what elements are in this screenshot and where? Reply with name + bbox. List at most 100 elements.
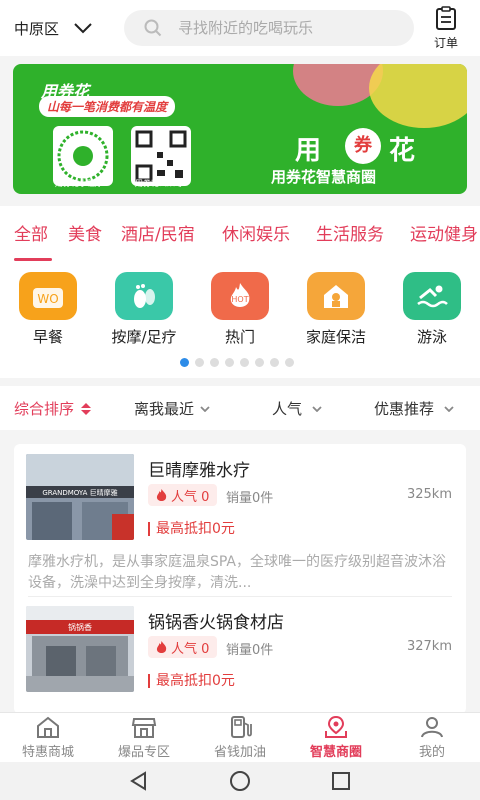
- thumb-sign: 锅锅香: [68, 622, 92, 632]
- sales-count: 销量0件: [226, 491, 274, 506]
- home-icon: [37, 716, 59, 738]
- sales-count: 销量0件: [226, 643, 274, 658]
- service-breakfast[interactable]: WO 早餐: [8, 272, 88, 347]
- qr-code-icon: [57, 130, 109, 182]
- qr2-caption: 用券花公众号: [135, 179, 183, 188]
- official-account-qr: [131, 126, 191, 186]
- service-grid: WO 早餐 按摩/足疗 HOT 热门 家庭保洁 游泳: [0, 266, 480, 378]
- max-deduction: 最高抵扣0元: [148, 674, 235, 688]
- sort-popularity-label: 人气: [272, 400, 303, 418]
- store-name: 锅锅香火锅食材店: [148, 613, 284, 633]
- sort-discount[interactable]: 优惠推荐: [374, 398, 454, 419]
- sort-updown-icon: [81, 402, 92, 415]
- thumb-sign: GRANDMOYA 巨晴摩雅: [42, 488, 117, 497]
- tab-life-service[interactable]: 生活服务: [316, 220, 384, 245]
- service-foot-massage[interactable]: 按摩/足疗: [104, 272, 184, 347]
- tab-label: 智慧商圈: [309, 745, 362, 760]
- home-circle-icon[interactable]: [229, 770, 251, 792]
- store-thumbnail: 锅锅香: [26, 606, 134, 692]
- banner-brand-sub: 用券花智慧商圈: [271, 168, 377, 186]
- bottom-tab-bar: 特惠商城 爆品专区 省钱加油 智慧商圈 我的: [0, 712, 480, 762]
- sort-nearest[interactable]: 离我最近: [134, 398, 210, 419]
- chevron-down-icon: [312, 405, 322, 412]
- service-label: 家庭保洁: [305, 328, 366, 346]
- service-label: 按摩/足疗: [111, 328, 177, 346]
- tab-leisure[interactable]: 休闲娱乐: [222, 220, 290, 245]
- store-thumbnail: GRANDMOYA 巨晴摩雅: [26, 454, 134, 540]
- app-page: 中原区 订单 用券花 山每一笔消费都有温度: [0, 0, 480, 800]
- tab-food[interactable]: 美食: [68, 220, 102, 245]
- service-house-cleaning[interactable]: 家庭保洁: [296, 272, 376, 347]
- tab-hot-deals[interactable]: 爆品专区: [96, 713, 192, 763]
- foot-massage-icon: [115, 272, 173, 320]
- category-tabs: 全部 美食 酒店/民宿 休闲娱乐 生活服务 运动健身: [0, 206, 480, 266]
- banner-decor-yellow: [369, 64, 467, 128]
- qr-code-icon: [135, 130, 187, 182]
- pager-dot: [270, 358, 279, 367]
- sort-popularity[interactable]: 人气: [272, 398, 322, 419]
- tab-label: 爆品专区: [117, 745, 170, 760]
- tab-hotel[interactable]: 酒店/民宿: [121, 220, 195, 245]
- tab-label: 我的: [418, 745, 445, 760]
- service-label: 早餐: [32, 328, 63, 346]
- top-header: 中原区 订单: [0, 0, 480, 56]
- user-icon: [421, 717, 443, 738]
- search-input[interactable]: [178, 19, 398, 37]
- chevron-down-icon: [74, 23, 92, 34]
- back-icon[interactable]: [129, 771, 149, 791]
- sort-nearest-label: 离我最近: [134, 400, 195, 418]
- sort-comprehensive[interactable]: 综合排序: [14, 398, 92, 419]
- tab-sports[interactable]: 运动健身: [410, 220, 478, 245]
- breakfast-icon: WO: [19, 272, 77, 320]
- tab-all[interactable]: 全部: [14, 220, 48, 245]
- swimming-icon: [403, 272, 461, 320]
- mini-program-qr: [53, 126, 113, 186]
- clipboard-icon: [436, 6, 456, 30]
- service-swimming[interactable]: 游泳: [392, 272, 472, 347]
- svg-text:HOT: HOT: [231, 295, 248, 304]
- store-name: 巨晴摩雅水疗: [148, 461, 250, 481]
- system-nav-bar: [0, 762, 480, 800]
- tab-label: 省钱加油: [213, 745, 266, 760]
- store-card[interactable]: GRANDMOYA 巨晴摩雅 巨晴摩雅水疗 人气 0 销量0件 325km 最高…: [14, 444, 466, 597]
- banner-brand-right: 花: [389, 136, 416, 166]
- tab-mine[interactable]: 我的: [384, 713, 480, 763]
- service-hot[interactable]: HOT 热门: [200, 272, 280, 347]
- chevron-down-icon: [200, 405, 210, 412]
- sort-comprehensive-label: 综合排序: [14, 400, 75, 418]
- popularity-badge: 人气 0: [148, 484, 218, 506]
- max-deduction: 最高抵扣0元: [148, 522, 235, 536]
- orders-button[interactable]: 订单: [426, 6, 466, 51]
- store-card[interactable]: 锅锅香 锅锅香火锅食材店 人气 0 销量0件 327km 最高抵扣0元: [14, 596, 466, 714]
- location-label: 中原区: [14, 19, 60, 38]
- sort-discount-label: 优惠推荐: [374, 400, 435, 418]
- recents-icon[interactable]: [331, 771, 351, 791]
- search-bar[interactable]: [124, 10, 414, 46]
- promo-banner[interactable]: 用券花 山每一笔消费都有温度 用券花小程序 用券花公众号 用 券 花 用券花智慧: [13, 64, 467, 194]
- svg-text:WO: WO: [37, 292, 58, 306]
- flame-icon: [156, 640, 167, 653]
- pager-dot: [225, 358, 234, 367]
- popularity-value: 人气 0: [171, 489, 210, 505]
- active-tab-underline: [14, 258, 52, 261]
- popularity-badge: 人气 0: [148, 636, 218, 658]
- service-label: 热门: [224, 328, 255, 346]
- search-icon: [144, 19, 162, 37]
- popularity-value: 人气 0: [171, 641, 210, 657]
- tab-save-fuel[interactable]: 省钱加油: [192, 713, 288, 763]
- orders-label: 订单: [433, 36, 458, 50]
- sort-bar: 综合排序 离我最近 人气 优惠推荐: [0, 386, 480, 430]
- distance: 325km: [406, 487, 452, 502]
- shop-icon: [131, 718, 157, 738]
- service-pager: [180, 358, 294, 367]
- flame-icon: [156, 488, 167, 501]
- tab-smart-district[interactable]: 智慧商圈: [288, 713, 384, 763]
- distance: 327km: [406, 639, 452, 654]
- map-pin-icon: [325, 715, 347, 738]
- chevron-down-icon: [444, 405, 454, 412]
- tab-special-mall[interactable]: 特惠商城: [0, 713, 96, 763]
- fuel-icon: [231, 716, 252, 738]
- pager-dot-active: [180, 358, 189, 367]
- store-list: GRANDMOYA 巨晴摩雅 巨晴摩雅水疗 人气 0 销量0件 325km 最高…: [14, 444, 466, 714]
- location-selector[interactable]: 中原区: [14, 8, 114, 48]
